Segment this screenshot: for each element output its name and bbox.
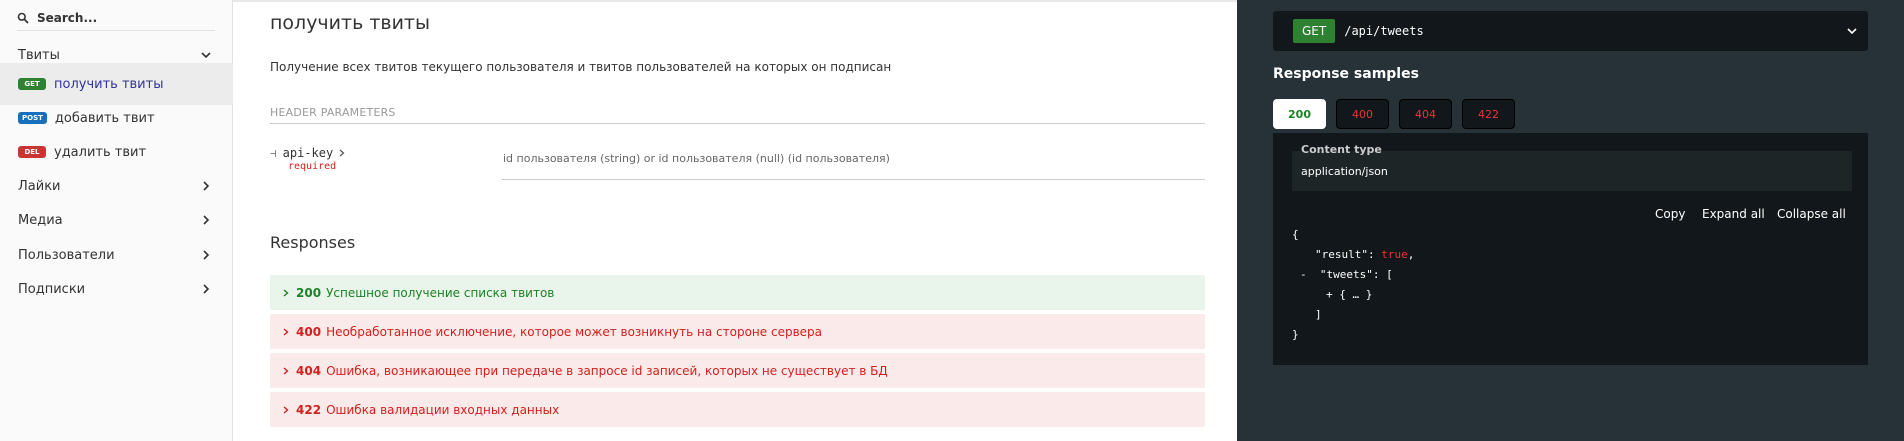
sidebar-group-label: Пользователи xyxy=(18,247,115,263)
responses-title: Responses xyxy=(270,233,356,252)
sidebar-group-subscriptions[interactable]: Подписки xyxy=(0,268,233,310)
param-tree-icon: ⊣ xyxy=(270,146,277,160)
header-parameters-title: HEADER PARAMETERS xyxy=(270,106,396,119)
tab-422[interactable]: 422 xyxy=(1462,99,1515,129)
chevron-right-icon xyxy=(339,149,345,157)
content-type-value: application/json xyxy=(1301,165,1388,178)
json-bool: true xyxy=(1381,248,1408,261)
param-name: api-key xyxy=(282,146,334,160)
content-type-label: Content type xyxy=(1301,143,1382,156)
json-result-line: "result": true, xyxy=(1315,248,1414,261)
sidebar-group-label: Лайки xyxy=(18,178,61,194)
operation-description: Получение всех твитов текущего пользоват… xyxy=(270,60,892,74)
method-badge-post: POST xyxy=(18,112,47,124)
sidebar-op-label: добавить твит xyxy=(54,110,155,126)
sidebar-op-label: удалить твит xyxy=(54,144,147,160)
response-text: Ошибка, возникающее при передаче в запро… xyxy=(326,363,888,378)
response-text: Ошибка валидации входных данных xyxy=(326,402,560,417)
json-tweets-line: - "tweets": [ xyxy=(1300,268,1393,281)
chevron-right-icon xyxy=(283,405,289,414)
chevron-down-icon xyxy=(201,52,211,59)
chevron-right-icon xyxy=(283,366,289,375)
collapse-all-button[interactable]: Collapse all xyxy=(1777,207,1846,221)
response-code: 400 xyxy=(296,324,322,339)
endpoint-method: GET xyxy=(1293,19,1336,43)
chevron-right-icon xyxy=(283,327,289,336)
divider xyxy=(502,179,1205,180)
method-badge-del: DEL xyxy=(18,146,46,158)
search-icon xyxy=(17,9,29,28)
json-key: "tweets": [ xyxy=(1319,268,1393,281)
chevron-right-icon xyxy=(283,288,289,297)
json-key: "result": xyxy=(1315,248,1382,261)
sidebar-group-label: Твиты xyxy=(18,47,60,63)
response-code: 404 xyxy=(296,363,322,378)
tab-200[interactable]: 200 xyxy=(1273,99,1326,129)
response-200[interactable]: 200 Успешное получение списка твитов xyxy=(270,275,1205,310)
json-comma: , xyxy=(1407,248,1415,261)
sidebar-op-label: получить твиты xyxy=(54,76,164,92)
chevron-right-icon xyxy=(203,250,210,260)
collapse-toggle[interactable]: - xyxy=(1300,268,1307,281)
response-404[interactable]: 404 Ошибка, возникающее при передаче в з… xyxy=(270,353,1205,388)
response-code: 422 xyxy=(296,402,322,417)
response-text: Необработанное исключение, которое может… xyxy=(326,324,822,339)
sidebar: Твиты GET получить твиты POST добавить т… xyxy=(0,0,233,441)
tab-404[interactable]: 404 xyxy=(1399,99,1452,129)
json-open-brace: { xyxy=(1292,228,1299,241)
response-samples-title: Response samples xyxy=(1273,66,1419,82)
json-close-array: ] xyxy=(1315,308,1322,321)
response-422[interactable]: 422 Ошибка валидации входных данных xyxy=(270,392,1205,427)
param-description: id пользователя (string) or id пользоват… xyxy=(503,152,890,165)
chevron-right-icon xyxy=(203,284,210,294)
endpoint-bar[interactable]: GET /api/tweets xyxy=(1273,11,1868,51)
expand-all-button[interactable]: Expand all xyxy=(1702,207,1765,221)
chevron-right-icon xyxy=(203,215,210,225)
divider xyxy=(270,123,1205,124)
operation-title: получить твиты xyxy=(270,12,430,34)
divider xyxy=(233,0,1237,2)
sidebar-group-label: Подписки xyxy=(18,281,86,297)
chevron-down-icon xyxy=(1847,28,1857,35)
search-input[interactable] xyxy=(37,11,207,25)
param-api-key[interactable]: ⊣ api-key xyxy=(270,146,346,160)
endpoint-path: /api/tweets xyxy=(1344,24,1424,38)
right-panel: GET /api/tweets Response samples 200 400… xyxy=(1237,0,1904,441)
param-required: required xyxy=(288,161,337,172)
copy-button[interactable]: Copy xyxy=(1655,207,1685,221)
json-close-brace: } xyxy=(1292,328,1299,341)
operation-content: получить твиты Получение всех твитов тек… xyxy=(233,0,1237,441)
json-collapsed-item[interactable]: + { … } xyxy=(1326,288,1372,301)
response-400[interactable]: 400 Необработанное исключение, которое м… xyxy=(270,314,1205,349)
response-code: 200 xyxy=(296,285,322,300)
sidebar-group-label: Медиа xyxy=(18,212,63,228)
method-badge-get: GET xyxy=(18,78,46,90)
search-box xyxy=(17,6,215,31)
chevron-right-icon xyxy=(203,181,210,191)
response-text: Успешное получение списка твитов xyxy=(326,285,555,300)
tab-400[interactable]: 400 xyxy=(1336,99,1389,129)
